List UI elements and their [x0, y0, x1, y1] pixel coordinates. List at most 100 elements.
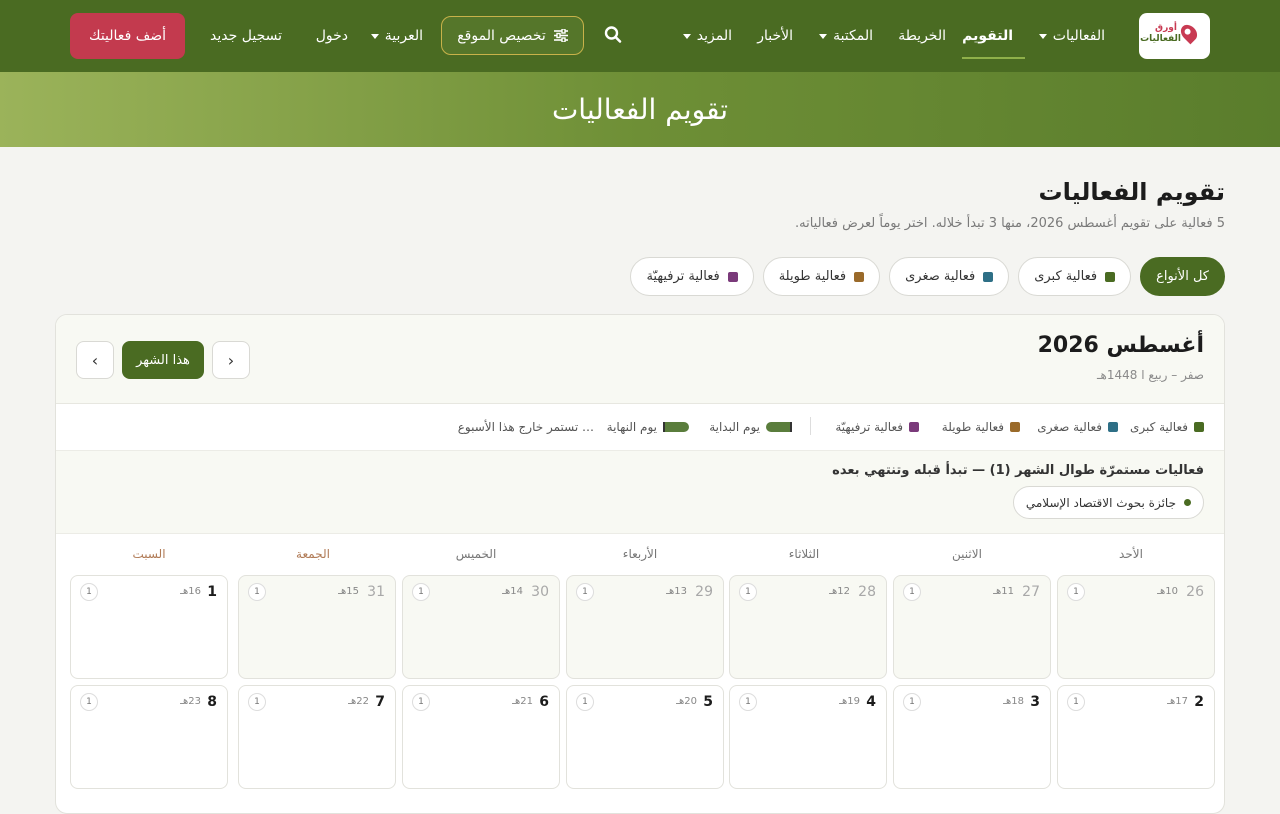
- weekday-header: الأحد الاثنين الثلاثاء الأربعاء الخميس ا…: [70, 547, 1210, 567]
- calendar-card: أغسطس 2026 صفر – ربيع ا 1448هـ ‹ هذا الش…: [55, 314, 1225, 814]
- calendar-day-cell[interactable]: 27 11هـ 1: [893, 575, 1051, 679]
- filter-long[interactable]: فعالية طويلة: [762, 257, 881, 296]
- event-count-badge: 1: [248, 583, 266, 601]
- calendar-day-cell[interactable]: 5 20هـ 1: [566, 685, 724, 789]
- day-number: 26: [1186, 584, 1204, 600]
- nav-library[interactable]: المكتبة: [819, 0, 873, 72]
- filter-minor[interactable]: فعالية صغرى: [889, 257, 1010, 296]
- day-number: 4: [866, 694, 876, 710]
- day-number: 31: [367, 584, 385, 600]
- ongoing-event-chip[interactable]: جائزة بحوث الاقتصاد الإسلامي: [1012, 486, 1204, 519]
- calendar-day-cell[interactable]: 30 14هـ 1: [402, 575, 560, 679]
- weekday-wed: الأربعاء: [622, 547, 658, 561]
- event-count-badge: 1: [412, 583, 430, 601]
- login-link[interactable]: دخول: [316, 0, 348, 72]
- language-label: العربية: [384, 28, 423, 44]
- hijri-day: 23هـ: [180, 696, 201, 707]
- ongoing-events-section: فعاليات مستمرّة طوال الشهر (1) — تبدأ قب…: [56, 451, 1224, 534]
- register-link[interactable]: تسجيل جديد: [210, 0, 282, 72]
- long-color-square: [854, 271, 865, 282]
- nav-more-label: المزيد: [696, 28, 732, 44]
- minor-color-square: [1108, 422, 1118, 432]
- this-month-button[interactable]: هذا الشهر: [122, 341, 204, 379]
- event-count-badge: 1: [903, 583, 921, 601]
- nav-events-label: الفعاليات: [1052, 28, 1105, 44]
- nav-library-label: المكتبة: [833, 28, 873, 44]
- day-number: 3: [1030, 694, 1040, 710]
- calendar-day-cell[interactable]: 28 12هـ 1: [729, 575, 887, 679]
- map-pin-icon: [1177, 21, 1201, 45]
- legend-minor-label: فعالية صغرى: [1037, 420, 1102, 434]
- day-number: 28: [858, 584, 876, 600]
- hijri-day: 11هـ: [993, 586, 1014, 597]
- filter-minor-label: فعالية صغرى: [905, 269, 976, 284]
- calendar-day-cell[interactable]: 6 21هـ 1: [402, 685, 560, 789]
- site-logo[interactable]: أورق الفعاليات: [1139, 13, 1210, 59]
- legend-major: فعالية كبرى: [1130, 420, 1204, 434]
- chevron-down-icon: [370, 33, 379, 39]
- hijri-day: 22هـ: [348, 696, 369, 707]
- active-nav-underline: [962, 57, 1025, 59]
- weekday-sat: السبت: [132, 547, 166, 561]
- language-selector[interactable]: العربية: [370, 0, 423, 72]
- calendar-day-cell[interactable]: 3 18هـ 1: [893, 685, 1051, 789]
- calendar-day-cell[interactable]: 31 15هـ 1: [238, 575, 396, 679]
- weekday-mon: الاثنين: [952, 547, 982, 561]
- calendar-day-cell[interactable]: 26 10هـ 1: [1057, 575, 1215, 679]
- month-title: أغسطس 2026: [1037, 333, 1204, 358]
- calendar-day-cell[interactable]: 29 13هـ 1: [566, 575, 724, 679]
- weekday-tue: الثلاثاء: [788, 547, 820, 561]
- calendar-day-cell[interactable]: 2 17هـ 1: [1057, 685, 1215, 789]
- end-day-bar: [663, 422, 689, 432]
- this-month-label: هذا الشهر: [136, 352, 190, 368]
- hero-banner: تقويم الفعاليات: [0, 72, 1280, 147]
- filter-major-label: فعالية كبرى: [1034, 269, 1098, 284]
- hijri-day: 15هـ: [338, 586, 359, 597]
- add-event-button[interactable]: أضف فعاليتك: [70, 13, 185, 59]
- nav-map[interactable]: الخريطة: [898, 0, 946, 72]
- event-count-badge: 1: [576, 693, 594, 711]
- day-number: 7: [375, 694, 385, 710]
- event-count-badge: 1: [739, 693, 757, 711]
- calendar-day-cell[interactable]: 7 22هـ 1: [238, 685, 396, 789]
- search-icon[interactable]: [603, 24, 623, 46]
- hijri-day: 10هـ: [1157, 586, 1178, 597]
- event-count-badge: 1: [1067, 693, 1085, 711]
- calendar-day-cell[interactable]: 8 23هـ 1: [70, 685, 228, 789]
- next-month-button[interactable]: ›: [76, 341, 114, 379]
- calendar-day-cell[interactable]: 4 19هـ 1: [729, 685, 887, 789]
- legend-minor: فعالية صغرى: [1037, 420, 1118, 434]
- calendar-day-cell[interactable]: 1 16هـ 1: [70, 575, 228, 679]
- legend-fun-label: فعالية ترفيهيّة: [835, 420, 903, 434]
- legend-continues-label: … تستمر خارج هذا الأسبوع: [457, 420, 594, 434]
- day-number: 8: [207, 694, 217, 710]
- hijri-day: 16هـ: [180, 586, 201, 597]
- legend-divider: [810, 417, 811, 435]
- logo-line1: أورق: [1155, 23, 1177, 33]
- filter-long-label: فعالية طويلة: [778, 269, 847, 284]
- nav-news[interactable]: الأخبار: [757, 0, 793, 72]
- prev-month-button[interactable]: ‹: [212, 341, 250, 379]
- hijri-day: 13هـ: [666, 586, 687, 597]
- customize-site-button[interactable]: تخصيص الموقع: [441, 16, 584, 55]
- hijri-day: 20هـ: [676, 696, 697, 707]
- nav-events[interactable]: الفعاليات: [1038, 0, 1105, 72]
- top-navbar: أورق الفعاليات الفعاليات التقويم الخريطة…: [0, 0, 1280, 72]
- nav-calendar[interactable]: التقويم: [962, 0, 1013, 72]
- event-count-badge: 1: [903, 693, 921, 711]
- nav-calendar-label: التقويم: [962, 28, 1013, 44]
- day-number: 5: [703, 694, 713, 710]
- ongoing-event-label: جائزة بحوث الاقتصاد الإسلامي: [1025, 495, 1176, 510]
- event-count-badge: 1: [412, 693, 430, 711]
- add-event-label: أضف فعاليتك: [89, 28, 166, 44]
- event-count-badge: 1: [739, 583, 757, 601]
- calendar-header: أغسطس 2026 صفر – ربيع ا 1448هـ ‹ هذا الش…: [56, 315, 1224, 404]
- hijri-day: 21هـ: [512, 696, 533, 707]
- register-label: تسجيل جديد: [210, 28, 282, 44]
- filter-all[interactable]: كل الأنواع: [1140, 257, 1225, 296]
- nav-more[interactable]: المزيد: [682, 0, 732, 72]
- filter-major[interactable]: فعالية كبرى: [1018, 257, 1132, 296]
- legend-end-label: يوم النهاية: [606, 420, 657, 434]
- filter-fun[interactable]: فعالية ترفيهيّة: [630, 257, 754, 296]
- start-day-bar: [766, 422, 792, 432]
